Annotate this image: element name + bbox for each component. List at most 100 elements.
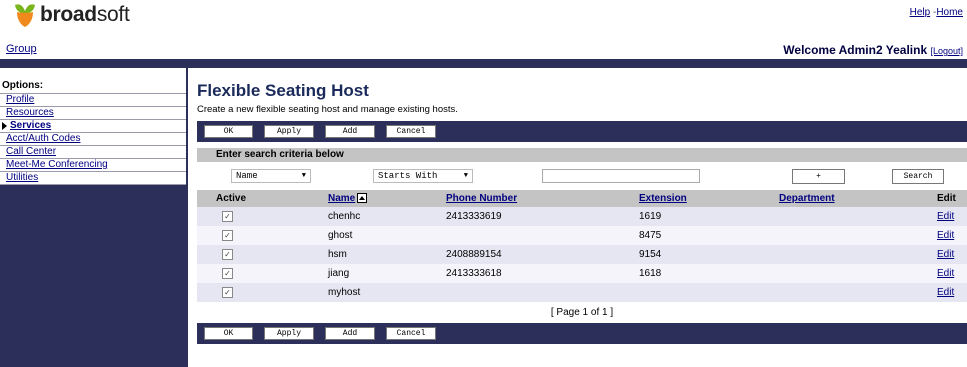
host-department xyxy=(779,283,937,302)
sort-ascending-icon[interactable] xyxy=(357,193,368,204)
sidebar-item-label[interactable]: Meet-Me Conferencing xyxy=(6,159,108,171)
active-checkbox[interactable]: ✓ xyxy=(222,268,233,279)
host-phone xyxy=(446,226,639,245)
host-phone: 2408889154 xyxy=(446,245,639,264)
chevron-down-icon: ▼ xyxy=(463,172,468,180)
logo-text-rest: soft xyxy=(96,3,130,26)
host-extension: 8475 xyxy=(639,226,779,245)
edit-link[interactable]: Edit xyxy=(937,268,954,279)
host-department xyxy=(779,226,937,245)
sidebar-item-label[interactable]: Services xyxy=(10,120,51,132)
sidebar-item-profile[interactable]: Profile xyxy=(0,93,186,107)
host-extension: 1619 xyxy=(639,207,779,226)
host-name: hsm xyxy=(328,245,446,264)
host-extension: 1618 xyxy=(639,264,779,283)
active-checkbox[interactable]: ✓ xyxy=(222,211,233,222)
home-link[interactable]: Home xyxy=(936,7,963,18)
search-mode-select[interactable]: Starts With ▼ xyxy=(373,169,473,183)
broadsoft-logo: broadsoft xyxy=(14,3,130,27)
bottom-button-bar: OK Apply Add Cancel xyxy=(197,323,967,344)
host-extension xyxy=(639,283,779,302)
sort-phone-link[interactable]: Phone Number xyxy=(446,193,517,204)
sidebar-item-label[interactable]: Acct/Auth Codes xyxy=(6,133,80,145)
add-button[interactable]: Add xyxy=(325,327,375,340)
sort-department-link[interactable]: Department xyxy=(779,193,835,204)
active-checkbox[interactable]: ✓ xyxy=(222,287,233,298)
table-row: ✓ jiang 2413333618 1618 Edit xyxy=(197,264,967,283)
sidebar-item-acct-auth-codes[interactable]: Acct/Auth Codes xyxy=(0,133,186,146)
search-button[interactable]: Search xyxy=(892,169,944,184)
table-row: ✓ ghost 8475 Edit xyxy=(197,226,967,245)
column-header-department[interactable]: Department xyxy=(779,190,937,207)
table-row: ✓ chenhc 2413333619 1619 Edit xyxy=(197,207,967,226)
apply-button[interactable]: Apply xyxy=(264,327,314,340)
chevron-down-icon: ▼ xyxy=(301,172,306,180)
sidebar-item-meet-me-conferencing[interactable]: Meet-Me Conferencing xyxy=(0,159,186,172)
logout-link[interactable]: [Logout] xyxy=(930,46,963,56)
host-department xyxy=(779,245,937,264)
top-button-bar: OK Apply Add Cancel xyxy=(197,121,967,142)
host-department xyxy=(779,207,937,226)
active-checkbox[interactable]: ✓ xyxy=(222,230,233,241)
sidebar-item-label[interactable]: Call Center xyxy=(6,146,56,158)
search-field-select[interactable]: Name ▼ xyxy=(231,169,311,183)
edit-link[interactable]: Edit xyxy=(937,230,954,241)
logo-mark-icon xyxy=(15,4,35,27)
page-title: Flexible Seating Host xyxy=(197,81,369,100)
help-link[interactable]: Help xyxy=(910,7,931,18)
search-input[interactable] xyxy=(542,169,700,183)
host-phone: 2413333618 xyxy=(446,264,639,283)
pagination-text: [ Page 1 of 1 ] xyxy=(197,302,967,323)
ok-button[interactable]: OK xyxy=(204,327,253,340)
search-mode-value: Starts With xyxy=(378,171,438,181)
sidebar-item-utilities[interactable]: Utilities xyxy=(0,172,186,185)
sort-extension-link[interactable]: Extension xyxy=(639,193,687,204)
host-phone xyxy=(446,283,639,302)
top-links: Help -Home xyxy=(910,7,963,18)
cancel-button[interactable]: Cancel xyxy=(386,125,436,138)
sidebar-item-label[interactable]: Profile xyxy=(6,94,34,106)
edit-link[interactable]: Edit xyxy=(937,211,954,222)
add-button[interactable]: Add xyxy=(325,125,375,138)
sidebar-title: Options: xyxy=(2,80,44,91)
column-header-active: Active xyxy=(197,190,328,207)
column-header-name[interactable]: Name xyxy=(328,190,446,207)
table-header-row: Active Name Phone Number Extension Depar… xyxy=(197,190,967,207)
search-field-value: Name xyxy=(236,171,258,181)
column-header-extension[interactable]: Extension xyxy=(639,190,779,207)
main-content: Flexible Seating Host Create a new flexi… xyxy=(197,68,967,344)
welcome-banner: Welcome Admin2 Yealink [Logout] xyxy=(783,43,963,57)
search-row: Name ▼ Starts With ▼ + Search xyxy=(197,162,967,190)
host-department xyxy=(779,264,937,283)
sidebar-item-services[interactable]: Services xyxy=(0,120,186,133)
sort-name-link[interactable]: Name xyxy=(328,193,355,204)
edit-link[interactable]: Edit xyxy=(937,287,954,298)
top-divider-bar xyxy=(0,59,967,68)
active-arrow-icon xyxy=(2,122,7,130)
host-name: jiang xyxy=(328,264,446,283)
group-link[interactable]: Group xyxy=(6,43,37,55)
page-subtitle: Create a new flexible seating host and m… xyxy=(197,104,458,115)
add-criteria-button[interactable]: + xyxy=(792,169,845,184)
ok-button[interactable]: OK xyxy=(204,125,253,138)
cancel-button[interactable]: Cancel xyxy=(386,327,436,340)
column-header-phone[interactable]: Phone Number xyxy=(446,190,639,207)
sidebar-item-resources[interactable]: Resources xyxy=(0,107,186,120)
sidebar-item-call-center[interactable]: Call Center xyxy=(0,146,186,159)
edit-link[interactable]: Edit xyxy=(937,249,954,260)
sidebar: Options: Profile Resources Services Acct… xyxy=(0,68,188,367)
table-row: ✓ hsm 2408889154 9154 Edit xyxy=(197,245,967,264)
sidebar-item-label[interactable]: Utilities xyxy=(6,172,38,184)
host-name: chenhc xyxy=(328,207,446,226)
column-header-edit: Edit xyxy=(937,190,967,207)
apply-button[interactable]: Apply xyxy=(264,125,314,138)
logo-text-bold: broad xyxy=(40,3,97,26)
host-name: ghost xyxy=(328,226,446,245)
host-phone: 2413333619 xyxy=(446,207,639,226)
search-header: Enter search criteria below xyxy=(197,148,967,162)
active-checkbox[interactable]: ✓ xyxy=(222,249,233,260)
table-row: ✓ myhost Edit xyxy=(197,283,967,302)
host-name: myhost xyxy=(328,283,446,302)
sidebar-item-label[interactable]: Resources xyxy=(6,107,54,119)
hosts-table: Active Name Phone Number Extension Depar… xyxy=(197,190,967,302)
